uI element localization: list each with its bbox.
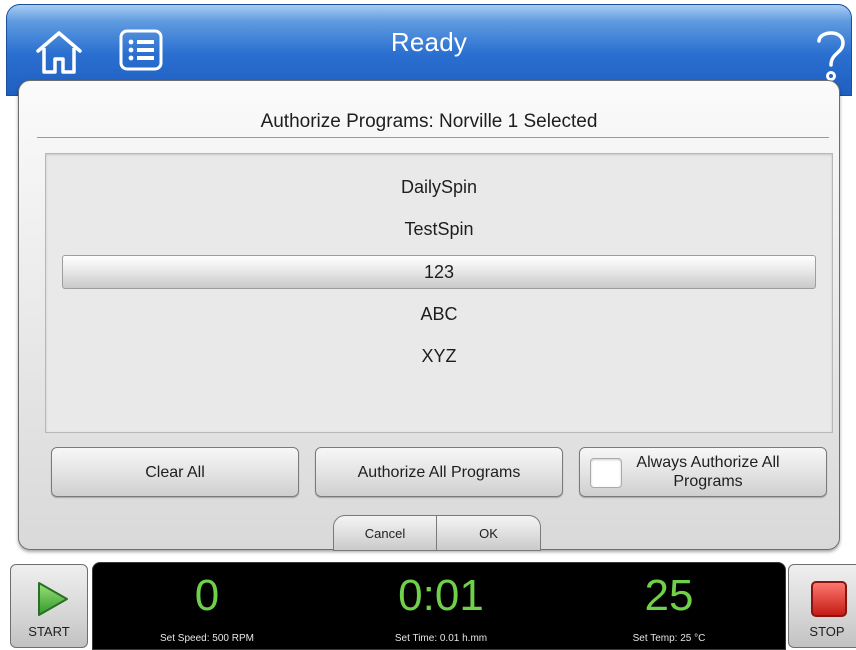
start-button[interactable]: START [10, 564, 88, 648]
stop-square-icon [811, 581, 847, 617]
ok-button[interactable]: OK [437, 515, 541, 551]
set-speed-label[interactable]: Set Speed: 500 RPM [117, 633, 297, 644]
clear-all-button[interactable]: Clear All [51, 447, 299, 497]
always-authorize-label: Always Authorize All Programs [636, 454, 780, 490]
status-title: Ready [390, 27, 468, 57]
speed-value: 0 [194, 571, 220, 620]
stop-label: STOP [809, 624, 845, 639]
program-list: DailySpin TestSpin 123 ABC XYZ [45, 153, 833, 433]
program-item-dailyspin[interactable]: DailySpin [62, 170, 816, 204]
play-icon [38, 582, 68, 616]
temp-readout: 25 Set Temp: 25 °C [579, 571, 759, 645]
program-item-abc[interactable]: ABC [62, 297, 816, 331]
set-temp-label[interactable]: Set Temp: 25 °C [579, 633, 759, 644]
help-icon[interactable] [813, 27, 849, 83]
cancel-button[interactable]: Cancel [333, 515, 437, 551]
time-value: 0:01 [398, 571, 484, 620]
always-authorize-checkbox[interactable] [590, 458, 622, 488]
always-authorize-all-programs-button[interactable]: Always Authorize All Programs [579, 447, 827, 497]
program-item-xyz[interactable]: XYZ [62, 339, 816, 373]
run-status-panel: 0 Set Speed: 500 RPM 0:01 Set Time: 0.01… [92, 562, 786, 650]
start-label: START [28, 624, 70, 639]
set-time-label[interactable]: Set Time: 0.01 h.mm [351, 633, 531, 644]
authorize-all-programs-button[interactable]: Authorize All Programs [315, 447, 563, 497]
program-item-testspin[interactable]: TestSpin [62, 212, 816, 246]
stop-button[interactable]: STOP [788, 564, 856, 648]
speed-readout: 0 Set Speed: 500 RPM [117, 571, 297, 645]
authorize-programs-dialog: Authorize Programs: Norville 1 Selected … [18, 80, 840, 551]
divider [37, 137, 829, 138]
temp-value: 25 [644, 571, 694, 620]
time-readout: 0:01 Set Time: 0.01 h.mm [351, 571, 531, 645]
dialog-title: Authorize Programs: Norville 1 Selected [260, 111, 598, 132]
program-item-123[interactable]: 123 [62, 255, 816, 289]
